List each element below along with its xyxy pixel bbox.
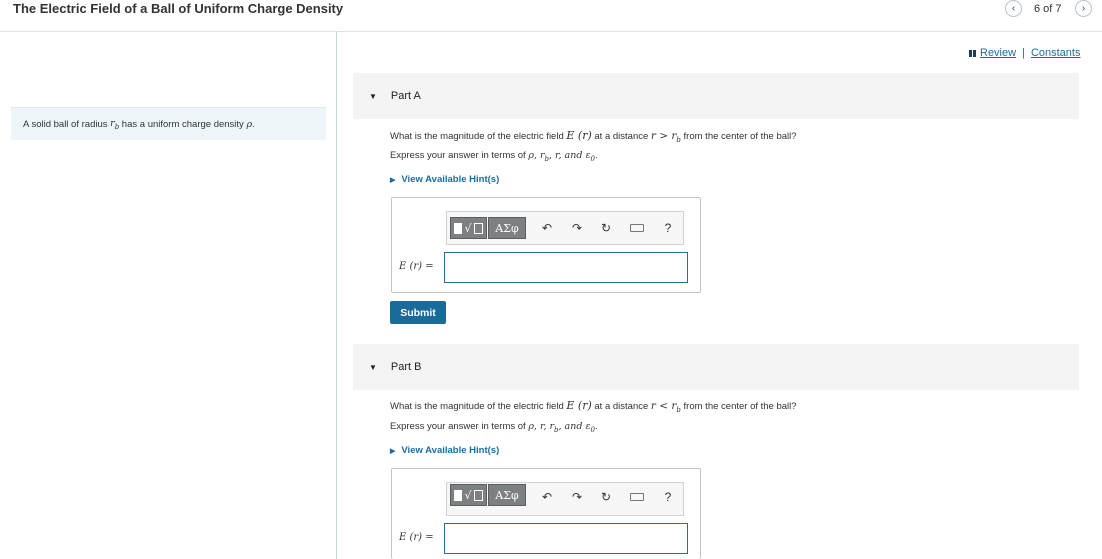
chevron-right-icon[interactable]: ›	[1075, 0, 1092, 17]
part-b-answer-input[interactable]	[444, 523, 688, 554]
part-a-answer-input[interactable]	[444, 252, 688, 283]
undo-icon[interactable]: ↶	[539, 220, 555, 236]
redo-icon[interactable]: ↷	[569, 489, 585, 505]
part-a-question: What is the magnitude of the electric fi…	[390, 129, 797, 144]
part-a-answer-label: E (r) =	[399, 261, 434, 272]
page-title: The Electric Field of a Ball of Uniform …	[13, 1, 344, 16]
caret-right-icon: ▶	[390, 177, 396, 184]
help-icon[interactable]: ?	[660, 220, 676, 236]
greek-symbols-button[interactable]: ΑΣφ	[488, 217, 526, 239]
intro-text-middle: has a uniform charge density	[119, 118, 247, 130]
help-icon[interactable]: ?	[660, 489, 676, 505]
templates-icon[interactable]: √	[450, 217, 487, 239]
undo-icon[interactable]: ↶	[539, 489, 555, 505]
chevron-left-icon[interactable]: ‹	[1005, 0, 1022, 17]
review-icon	[969, 49, 976, 57]
part-b-question: What is the magnitude of the electric fi…	[390, 399, 797, 414]
header-divider	[0, 31, 1102, 32]
intro-text-end: .	[252, 118, 255, 130]
part-a-express: Express your answer in terms of ρ, rb, r…	[390, 150, 598, 163]
intro-text: A solid ball of radius	[23, 118, 111, 130]
part-a-header[interactable]: ▼ Part A	[353, 73, 1079, 119]
reset-icon[interactable]: ↻	[598, 220, 614, 236]
part-b-label: Part B	[390, 361, 422, 373]
part-a-label: Part A	[390, 90, 421, 102]
review-constants-links: Review | Constants	[969, 47, 1080, 59]
part-b-hint-link[interactable]: ▶ View Available Hint(s)	[390, 445, 499, 456]
problem-intro: A solid ball of radius rb has a uniform …	[11, 107, 326, 140]
keyboard-icon[interactable]	[629, 220, 645, 236]
part-b-express: Express your answer in terms of ρ, r, rb…	[390, 421, 598, 434]
caret-down-icon[interactable]: ▼	[369, 92, 377, 101]
caret-down-icon[interactable]: ▼	[369, 363, 377, 372]
greek-symbols-button[interactable]: ΑΣφ	[488, 484, 526, 506]
constants-link[interactable]: Constants	[1031, 47, 1081, 59]
panel-divider	[336, 31, 337, 559]
item-counter: 6 of 7	[1034, 3, 1062, 15]
reset-icon[interactable]: ↻	[598, 489, 614, 505]
review-link[interactable]: Review	[980, 47, 1016, 59]
templates-icon[interactable]: √	[450, 484, 487, 506]
part-b-answer-label: E (r) =	[399, 532, 434, 543]
caret-right-icon: ▶	[390, 448, 396, 455]
redo-icon[interactable]: ↷	[569, 220, 585, 236]
part-a-hint-link[interactable]: ▶ View Available Hint(s)	[390, 174, 499, 185]
part-b-header[interactable]: ▼ Part B	[353, 344, 1079, 390]
keyboard-icon[interactable]	[629, 489, 645, 505]
part-a-submit-button[interactable]: Submit	[390, 301, 446, 324]
link-separator: |	[1022, 47, 1025, 59]
intro-var-rb: rb	[110, 117, 120, 131]
